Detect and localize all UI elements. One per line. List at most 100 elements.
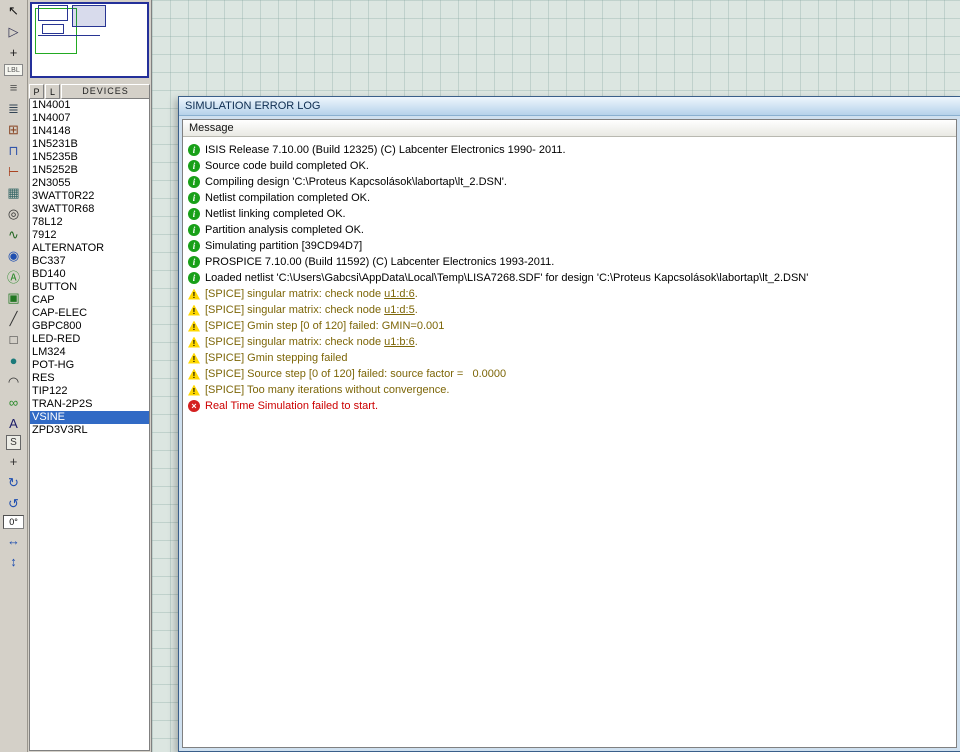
- device-item[interactable]: TIP122: [30, 385, 149, 398]
- library-button[interactable]: L: [45, 84, 60, 99]
- 2d-line-icon[interactable]: ╱: [3, 309, 25, 328]
- log-message-text: [SPICE] singular matrix: check node u1:d…: [205, 304, 418, 316]
- schematic-workspace[interactable]: SIMULATION ERROR LOG Message i ISIS Relea…: [152, 0, 960, 752]
- info-icon: i: [188, 208, 200, 220]
- log-message-row: i Netlist compilation completed OK.: [187, 190, 952, 206]
- device-item[interactable]: 1N4148: [30, 125, 149, 138]
- device-item[interactable]: 78L12: [30, 216, 149, 229]
- log-message-row: ! [SPICE] Too many iterations without con…: [187, 382, 952, 398]
- log-message-text: Real Time Simulation failed to start.: [205, 400, 379, 412]
- voltage-probe-icon[interactable]: ◉: [3, 246, 25, 265]
- device-item[interactable]: CAP-ELEC: [30, 307, 149, 320]
- device-item[interactable]: VSINE: [30, 411, 149, 424]
- 2d-arc-icon[interactable]: ◠: [3, 372, 25, 391]
- info-icon: i: [188, 192, 200, 204]
- device-item[interactable]: BD140: [30, 268, 149, 281]
- device-item[interactable]: CAP: [30, 294, 149, 307]
- log-message-text: Source code build completed OK.: [205, 160, 369, 172]
- node-link[interactable]: u1:d:5: [384, 304, 415, 316]
- warning-icon: !: [188, 288, 200, 300]
- device-item[interactable]: GBPC800: [30, 320, 149, 333]
- device-item[interactable]: 2N3055: [30, 177, 149, 190]
- device-item[interactable]: ZPD3V3RL: [30, 424, 149, 437]
- generator-mode-icon[interactable]: ∿: [3, 225, 25, 244]
- object-selector-header: P L DEVICES: [29, 84, 150, 99]
- device-item[interactable]: 1N5252B: [30, 164, 149, 177]
- wire-label-icon[interactable]: LBL: [4, 64, 23, 76]
- device-item[interactable]: 3WATT0R22: [30, 190, 149, 203]
- log-message-row: i Partition analysis completed OK.: [187, 222, 952, 238]
- device-item[interactable]: 7912: [30, 229, 149, 242]
- node-link[interactable]: u1:d:6: [384, 288, 415, 300]
- log-message-row: ! [SPICE] singular matrix: check node u1:…: [187, 286, 952, 302]
- info-icon: i: [188, 144, 200, 156]
- log-message-row: i Source code build completed OK.: [187, 158, 952, 174]
- mirror-vertical-icon[interactable]: ↕: [3, 552, 25, 571]
- dialog-title-bar[interactable]: SIMULATION ERROR LOG: [179, 97, 960, 116]
- buses-icon[interactable]: ≣: [3, 99, 25, 118]
- log-message-text: Partition analysis completed OK.: [205, 224, 364, 236]
- log-message-text: [SPICE] Gmin step [0 of 120] failed: GMI…: [205, 320, 445, 332]
- node-link[interactable]: u1:b:6: [384, 336, 415, 348]
- log-message-row: i Netlist linking completed OK.: [187, 206, 952, 222]
- log-message-text: [SPICE] Too many iterations without conv…: [205, 384, 450, 396]
- log-message-text: [SPICE] singular matrix: check node u1:d…: [205, 288, 418, 300]
- 2d-text-icon[interactable]: A: [3, 414, 25, 433]
- log-message-row: ! [SPICE] Gmin stepping failed: [187, 350, 952, 366]
- 2d-box-icon[interactable]: □: [3, 330, 25, 349]
- info-icon: i: [188, 224, 200, 236]
- log-message-text: Simulating partition [39CD94D7]: [205, 240, 363, 252]
- tape-recorder-icon[interactable]: ◎: [3, 204, 25, 223]
- log-message-text: [SPICE] singular matrix: check node u1:b…: [205, 336, 418, 348]
- device-list: 1N4001 1N4007 1N4148 1N5231B 1N5235B 1N5252B 2…: [29, 99, 150, 751]
- rotate-anticlockwise-icon[interactable]: ↺: [3, 494, 25, 513]
- warning-icon: !: [188, 336, 200, 348]
- 2d-symbol-icon[interactable]: S: [6, 435, 21, 450]
- device-item[interactable]: ALTERNATOR: [30, 242, 149, 255]
- device-item[interactable]: 1N4007: [30, 112, 149, 125]
- graph-mode-icon[interactable]: ▦: [3, 183, 25, 202]
- text-script-icon[interactable]: ≡: [3, 78, 25, 97]
- device-item[interactable]: TRAN-2P2S: [30, 398, 149, 411]
- selection-pointer-icon[interactable]: ↖: [3, 1, 25, 20]
- info-icon: i: [188, 272, 200, 284]
- mirror-horizontal-icon[interactable]: ↔: [3, 531, 25, 550]
- device-item[interactable]: BC337: [30, 255, 149, 268]
- log-message-row: ! [SPICE] singular matrix: check node u1:…: [187, 302, 952, 318]
- device-pins-icon[interactable]: ⊢: [3, 162, 25, 181]
- virtual-instruments-icon[interactable]: ▣: [3, 288, 25, 307]
- devices-header-label: DEVICES: [61, 84, 150, 99]
- rotation-angle-field[interactable]: 0°: [3, 515, 24, 529]
- device-item[interactable]: LM324: [30, 346, 149, 359]
- log-message-text: Loaded netlist 'C:\Users\Gabcsi\AppData\…: [205, 272, 809, 284]
- device-item[interactable]: LED-RED: [30, 333, 149, 346]
- design-overview[interactable]: [30, 2, 149, 78]
- warning-icon: !: [188, 352, 200, 364]
- device-item[interactable]: RES: [30, 372, 149, 385]
- overview-component-shape: [42, 24, 64, 34]
- pick-devices-button[interactable]: P: [29, 84, 44, 99]
- log-message-row: i Loaded netlist 'C:\Users\Gabcsi\AppData…: [187, 270, 952, 286]
- device-item[interactable]: 1N5231B: [30, 138, 149, 151]
- device-item[interactable]: 1N5235B: [30, 151, 149, 164]
- info-icon: i: [188, 160, 200, 172]
- current-probe-icon[interactable]: Ⓐ: [3, 267, 25, 286]
- log-message-row: ! [SPICE] Gmin step [0 of 120] failed: GM…: [187, 318, 952, 334]
- info-icon: i: [188, 256, 200, 268]
- device-item[interactable]: 1N4001: [30, 99, 149, 112]
- warning-icon: !: [188, 320, 200, 332]
- rotate-clockwise-icon[interactable]: ↻: [3, 473, 25, 492]
- component-mode-icon[interactable]: ▷: [3, 22, 25, 41]
- 2d-path-icon[interactable]: ∞: [3, 393, 25, 412]
- 2d-marker-icon[interactable]: +: [3, 452, 25, 471]
- terminals-mode-icon[interactable]: ⊓: [3, 141, 25, 160]
- junction-dot-icon[interactable]: +: [3, 43, 25, 62]
- device-item[interactable]: POT-HG: [30, 359, 149, 372]
- subcircuit-icon[interactable]: ⊞: [3, 120, 25, 139]
- log-message-text: [SPICE] Gmin stepping failed: [205, 352, 348, 364]
- device-item[interactable]: 3WATT0R68: [30, 203, 149, 216]
- message-column-header[interactable]: Message: [183, 120, 956, 137]
- info-icon: i: [188, 240, 200, 252]
- device-item[interactable]: BUTTON: [30, 281, 149, 294]
- 2d-circle-icon[interactable]: ●: [3, 351, 25, 370]
